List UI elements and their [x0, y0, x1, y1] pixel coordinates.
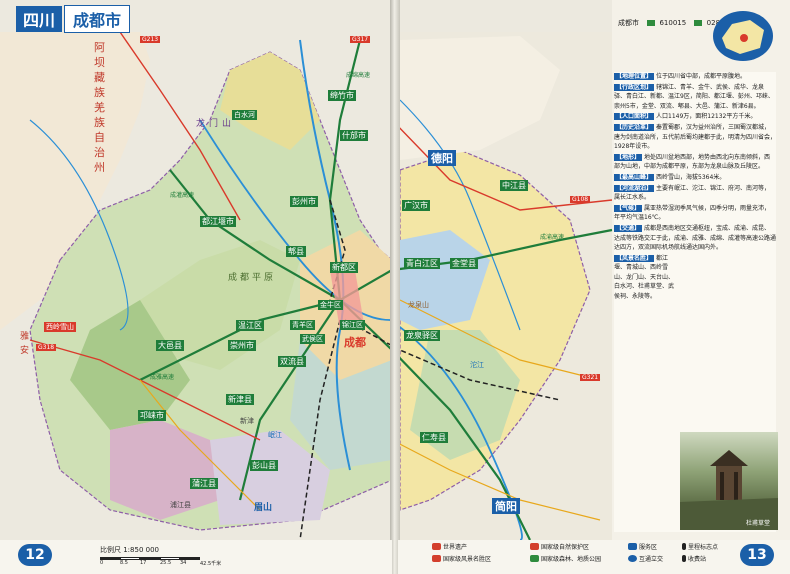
intro-section: 【地理位置】 位于四川省中部，成都平原腹地。: [614, 73, 747, 80]
page-number-left: 12: [18, 544, 52, 566]
pavilion-image: [680, 450, 778, 530]
feature-label: 白水河: [232, 110, 257, 120]
feature-label: 龙门山: [196, 119, 236, 129]
forest-park-icon: [530, 555, 539, 562]
road-label: 成绵高速: [346, 72, 371, 79]
district-label: 仁寿县: [420, 432, 448, 443]
district-label: 崇州市: [228, 340, 256, 351]
district-label: 眉山: [254, 503, 273, 513]
city-info-header: 成都市 610015 028: [618, 18, 720, 28]
district-label: 简阳: [492, 498, 520, 514]
district-label: 双流县: [278, 356, 306, 367]
road-label: G213: [140, 36, 161, 43]
page-title: 四川 成都市: [16, 5, 131, 33]
legend-item: 互通立交: [628, 554, 663, 563]
district-label: 浦江县: [170, 501, 191, 509]
district-label: 大邑县: [156, 340, 184, 351]
district-label: 金牛区: [318, 300, 343, 310]
milestone-icon: [682, 543, 686, 550]
district-label: 什邡市: [340, 130, 368, 141]
road-label: G321: [580, 374, 601, 381]
intro-section: 【河流湖泊】 主要有岷江、沱江、锦江、府河、南河等，属长江水系。: [614, 184, 771, 202]
intro-section: 【风景名胜】 都江堰、青城山、西岭雪山、龙门山、天台山、白水河、杜甫草堂、武侯祠、…: [614, 254, 675, 301]
district-label: 金堂县: [450, 258, 478, 269]
district-label: 郫县: [286, 246, 306, 257]
district-label: 龙泉山: [408, 301, 429, 309]
intro-section: 【行政区划】 辖锦江、青羊、金牛、武侯、成华、龙泉驿、青白江、新都、温江9区，简阳…: [614, 83, 774, 110]
postcode: 610015: [659, 19, 687, 27]
district-label: 新都区: [330, 262, 358, 273]
legend-item: 世界遗产: [432, 542, 467, 551]
scale-bar: 比例尺 1:850 000 0 8.5 17 25.5 34 42.5千米: [100, 545, 221, 567]
legend-item: 收费站: [682, 554, 706, 563]
service-area-icon: [628, 543, 637, 550]
feature-label: 阿坝藏族羌族自治州: [94, 41, 105, 174]
district-label: 武侯区: [300, 334, 325, 344]
road-label: 成灌高速: [170, 192, 195, 199]
district-label: 绵竹市: [328, 90, 356, 101]
district-label: 成都: [344, 336, 366, 349]
scale-ticks: 0 8.5 17 25.5 34 42.5千米: [100, 560, 222, 567]
intro-section: 【人口面积】 人口1149万，面积12132平方千米。: [614, 113, 757, 121]
road-label: G317: [350, 36, 371, 43]
scale-label: 比例尺 1:850 000: [100, 546, 159, 554]
feature-label: 沱江: [470, 361, 484, 369]
district-label: 温江区: [236, 320, 264, 331]
district-label: 都江堰市: [200, 216, 236, 227]
postcode-icon: [647, 20, 656, 26]
road-label: G318: [36, 344, 57, 351]
district-label: 广汉市: [402, 200, 430, 211]
feature-label: 雅安: [20, 332, 30, 356]
legend-item: 服务区: [628, 542, 657, 551]
district-label: 彭山县: [250, 460, 278, 471]
intro-section: 【最高山峰】 西岭雪山，海拔5364米。: [614, 173, 726, 181]
phone-icon: [694, 20, 703, 26]
district-label: 龙泉驿区: [404, 330, 440, 341]
legend-item: 国家级自然保护区: [530, 542, 589, 551]
district-label: 青白江区: [404, 258, 440, 269]
feature-label: 岷江: [268, 431, 282, 439]
district-label: 锦江区: [340, 320, 365, 330]
book-gutter: [390, 0, 400, 574]
page-number-right: 13: [740, 544, 774, 566]
district-label: 蒲江县: [190, 478, 218, 489]
district-label: 彭州市: [290, 196, 318, 207]
legend-item: 国家级风景名胜区: [432, 554, 491, 563]
intro-section: 【气候】 属亚热带湿润季风气候，四季分明，雨量充沛，年平均气温16℃。: [614, 204, 771, 222]
photo-caption: 杜甫草堂: [746, 520, 771, 527]
intro-section: 【交通】 成都是西南地区交通枢纽，宝成、成渝、成昆、达成等铁路交汇于此，成渝、成雅…: [614, 224, 776, 252]
atlas-spread: 都江堰市 彭州市 什邡市 德阳 绵竹市 广汉市 新都区 青白江区 金堂县 成都 …: [0, 0, 790, 574]
interchange-icon: [628, 555, 637, 562]
district-label: 青羊区: [290, 320, 315, 330]
district-label: 中江县: [500, 180, 528, 191]
intro-section: 【地形】 地处四川盆地西部，地势由西北向东南倾斜，西部为山地，中部为成都平原，东部…: [614, 153, 771, 171]
pavilion-photo: [680, 432, 778, 530]
road-label: 成雅高速: [150, 374, 175, 381]
district-label: 德阳: [428, 150, 456, 166]
legend-item: 国家级森林、地质公园: [530, 554, 601, 563]
district-label: 邛崃市: [138, 410, 166, 421]
scenic-area-icon: [432, 555, 441, 562]
road-label: 成渝高速: [540, 234, 565, 241]
district-label: 新津县: [226, 394, 254, 405]
city-name: 成都市: [618, 19, 639, 27]
nature-reserve-icon: [530, 543, 539, 550]
province-title: 四川: [16, 6, 63, 32]
road-label: G108: [570, 196, 591, 203]
intro-section: 【历史沿革】 秦置蜀郡，汉为益州治所，三国蜀汉都城，唐为剑南道治所，五代前后蜀均建…: [614, 123, 776, 151]
legend-item: 里程标志点: [682, 542, 718, 551]
sichuan-locator-map: [713, 11, 773, 61]
feature-label: 成都平原: [228, 273, 277, 283]
feature-label: 西岭雪山: [44, 322, 76, 332]
heritage-icon: [432, 543, 441, 550]
toll-station-icon: [682, 555, 686, 562]
city-title: 成都市: [64, 5, 131, 33]
district-label: 新津: [240, 417, 254, 425]
